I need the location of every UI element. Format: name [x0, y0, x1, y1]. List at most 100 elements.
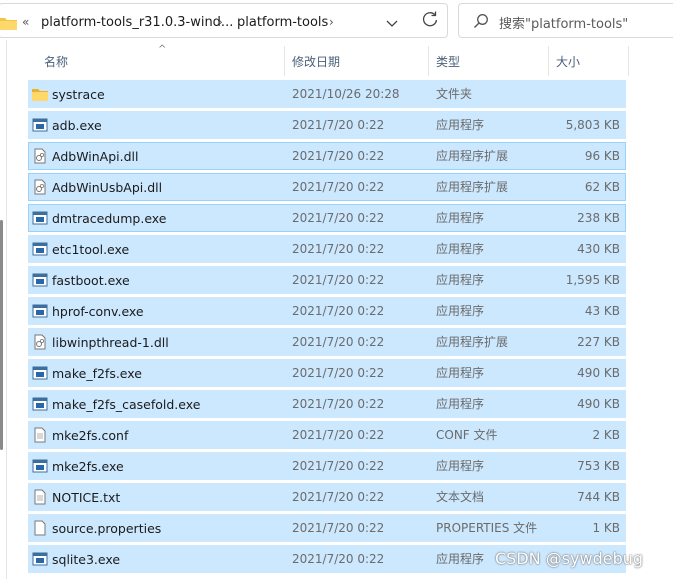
- file-size: 43 KB: [584, 304, 620, 318]
- file-row[interactable]: fastboot.exe 2021/7/20 0:22 应用程序 1,595 KB: [28, 266, 626, 294]
- file-name: etc1tool.exe: [52, 242, 130, 257]
- file-date: 2021/7/20 0:22: [292, 118, 385, 132]
- chevron-down-icon[interactable]: [382, 13, 402, 33]
- file-type: 应用程序: [436, 552, 485, 566]
- navigation-pane-edge: [0, 40, 7, 579]
- overflow-chevron-icon[interactable]: «: [22, 15, 29, 29]
- file-row[interactable]: systrace 2021/10/26 20:28 文件夹: [28, 80, 626, 108]
- dll-icon: [34, 148, 46, 164]
- column-header: ^ 名称 修改日期 类型 大小: [28, 44, 630, 76]
- file-type: 应用程序: [436, 118, 485, 132]
- file-date: 2021/7/20 0:22: [292, 521, 385, 535]
- file-row[interactable]: make_f2fs.exe 2021/7/20 0:22 应用程序 490 KB: [28, 359, 626, 387]
- column-date[interactable]: 修改日期: [292, 46, 340, 76]
- search-box[interactable]: 搜索"platform-tools": [458, 3, 673, 38]
- exe-icon: [32, 366, 48, 380]
- file-date: 2021/7/20 0:22: [292, 304, 385, 318]
- file-type: 应用程序: [436, 211, 485, 225]
- search-input[interactable]: 搜索"platform-tools": [499, 13, 628, 32]
- file-size: 490 KB: [577, 397, 620, 411]
- exe-icon: [32, 304, 48, 318]
- chevron-right-icon[interactable]: ›: [329, 15, 334, 29]
- file-name: mke2fs.conf: [52, 428, 129, 443]
- file-type: 应用程序: [436, 273, 485, 287]
- column-size[interactable]: 大小: [556, 46, 580, 76]
- navigation-scrollbar[interactable]: [0, 220, 3, 450]
- file-row[interactable]: source.properties 2021/7/20 0:22 PROPERTIE…: [28, 514, 626, 542]
- file-row[interactable]: hprof-conv.exe 2021/7/20 0:22 应用程序 43 KB: [28, 297, 626, 325]
- column-type[interactable]: 类型: [436, 46, 460, 76]
- file-date: 2021/7/20 0:22: [292, 490, 385, 504]
- column-divider[interactable]: [628, 46, 629, 76]
- file-date: 2021/7/20 0:22: [292, 211, 385, 225]
- file-type: CONF 文件: [436, 428, 498, 442]
- file-name: NOTICE.txt: [52, 490, 121, 505]
- file-name: systrace: [52, 87, 105, 102]
- file-row[interactable]: NOTICE.txt 2021/7/20 0:22 文本文档 744 KB: [28, 483, 626, 511]
- file-type: 应用程序: [436, 242, 485, 256]
- file-name: AdbWinUsbApi.dll: [52, 180, 163, 195]
- file-name: AdbWinApi.dll: [52, 149, 139, 164]
- file-date: 2021/7/20 0:22: [292, 180, 385, 194]
- file-size: 430 KB: [577, 242, 620, 256]
- file-size: 1,595 KB: [565, 273, 620, 287]
- exe-icon: [32, 118, 48, 132]
- exe-icon: [32, 552, 48, 566]
- breadcrumb-current[interactable]: platform-tools: [237, 15, 328, 30]
- file-date: 2021/7/20 0:22: [292, 242, 385, 256]
- exe-icon: [32, 459, 48, 473]
- file-date: 2021/7/20 0:22: [292, 335, 385, 349]
- file-type: PROPERTIES 文件: [436, 521, 538, 535]
- column-divider[interactable]: [428, 46, 429, 76]
- file-size: 62 KB: [584, 180, 620, 194]
- file-date: 2021/7/20 0:22: [292, 459, 385, 473]
- sort-ascending-icon: ^: [158, 44, 167, 55]
- file-type: 应用程序扩展: [436, 335, 509, 349]
- file-name: sqlite3.exe: [52, 552, 121, 567]
- column-divider[interactable]: [284, 46, 285, 76]
- file-name: hprof-conv.exe: [52, 304, 144, 319]
- column-name[interactable]: 名称: [44, 46, 68, 76]
- chevron-right-icon[interactable]: ›: [218, 15, 223, 29]
- file-size: 238 KB: [577, 211, 620, 225]
- file-row[interactable]: adb.exe 2021/7/20 0:22 应用程序 5,803 KB: [28, 111, 626, 139]
- file-type: 应用程序: [436, 459, 485, 473]
- file-row[interactable]: libwinpthread-1.dll 2021/7/20 0:22 应用程序扩展 2…: [28, 328, 626, 356]
- address-bar[interactable]: « platform-tools_r31.0.3-wind... › platf…: [0, 3, 448, 38]
- file-date: 2021/7/20 0:22: [292, 149, 385, 163]
- text-file-icon: [34, 489, 46, 505]
- exe-icon: [32, 273, 48, 287]
- file-row[interactable]: dmtracedump.exe 2021/7/20 0:22 应用程序 238 KB: [28, 204, 626, 232]
- file-date: 2021/7/20 0:22: [292, 273, 385, 287]
- dll-icon: [34, 334, 46, 350]
- file-name: fastboot.exe: [52, 273, 130, 288]
- text-file-icon: [34, 427, 46, 443]
- file-size: 744 KB: [577, 490, 620, 504]
- file-row[interactable]: mke2fs.exe 2021/7/20 0:22 应用程序 753 KB: [28, 452, 626, 480]
- file-name: libwinpthread-1.dll: [52, 335, 169, 350]
- watermark: CSDN @sywdebug: [495, 549, 644, 568]
- column-divider[interactable]: [548, 46, 549, 76]
- file-type: 文件夹: [436, 87, 473, 101]
- file-date: 2021/7/20 0:22: [292, 366, 385, 380]
- file-date: 2021/7/20 0:22: [292, 397, 385, 411]
- file-name: dmtracedump.exe: [52, 211, 167, 226]
- file-type: 应用程序: [436, 366, 485, 380]
- breadcrumb-parent[interactable]: platform-tools_r31.0.3-wind...: [41, 15, 233, 30]
- file-type: 文本文档: [436, 490, 485, 504]
- file-size: 5,803 KB: [565, 118, 620, 132]
- file-type: 应用程序扩展: [436, 149, 509, 163]
- file-row[interactable]: mke2fs.conf 2021/7/20 0:22 CONF 文件 2 KB: [28, 421, 626, 449]
- refresh-icon[interactable]: [419, 8, 441, 30]
- file-date: 2021/7/20 0:22: [292, 552, 385, 566]
- folder-icon: [32, 89, 48, 101]
- file-row[interactable]: AdbWinUsbApi.dll 2021/7/20 0:22 应用程序扩展 62 K…: [28, 173, 626, 201]
- file-date: 2021/7/20 0:22: [292, 428, 385, 442]
- exe-icon: [32, 242, 48, 256]
- file-row[interactable]: AdbWinApi.dll 2021/7/20 0:22 应用程序扩展 96 KB: [28, 142, 626, 170]
- exe-icon: [32, 211, 48, 225]
- file-name: adb.exe: [52, 118, 102, 133]
- file-row[interactable]: make_f2fs_casefold.exe 2021/7/20 0:22 应用程序…: [28, 390, 626, 418]
- file-size: 2 KB: [592, 428, 620, 442]
- file-row[interactable]: etc1tool.exe 2021/7/20 0:22 应用程序 430 KB: [28, 235, 626, 263]
